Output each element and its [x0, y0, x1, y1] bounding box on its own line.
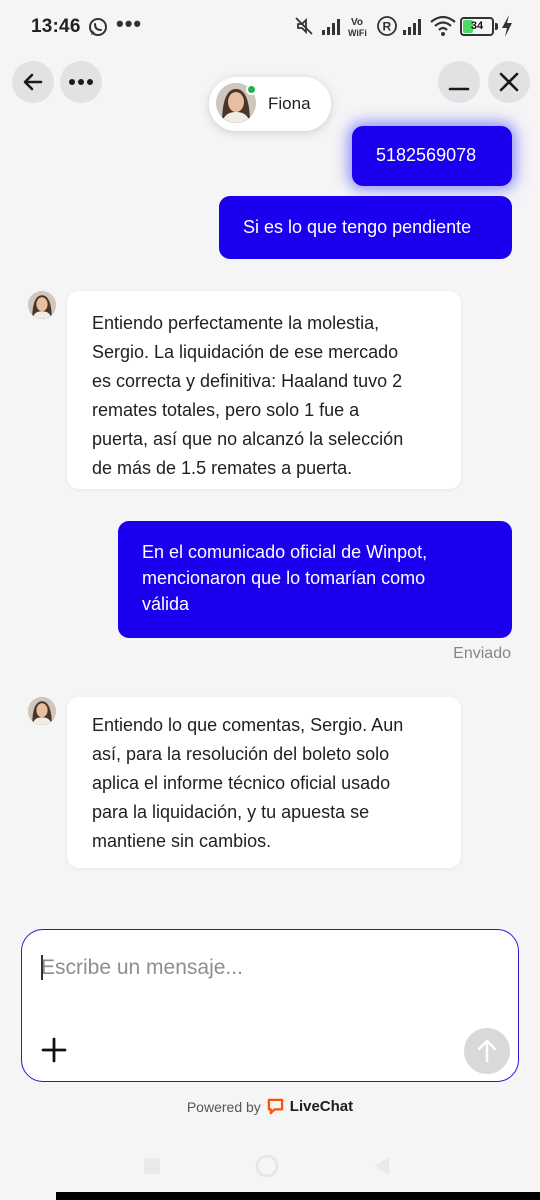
- svg-text:WiFi: WiFi: [348, 28, 367, 38]
- more-options-button[interactable]: [60, 61, 102, 103]
- message-line: remates totales, pero solo 1 fue a: [92, 400, 360, 420]
- minimize-button[interactable]: [438, 61, 480, 103]
- agent-name: Fiona: [268, 94, 311, 113]
- livechat-brand: LiveChat: [289, 1098, 354, 1115]
- whatsapp-icon: [89, 18, 107, 36]
- recents-icon[interactable]: [142, 1156, 162, 1176]
- message-line: Sergio. La liquidación de ese mercado: [92, 342, 399, 362]
- home-icon[interactable]: [255, 1154, 279, 1178]
- message-line: de más de 1.5 remates a puerta.: [92, 458, 353, 478]
- message-line: mencionaron que lo tomarían como: [142, 568, 426, 588]
- message-line: aplica el informe técnico oficial usado: [92, 773, 391, 793]
- battery-level: 34: [470, 20, 484, 32]
- agent-message-avatar: [28, 291, 56, 319]
- message-line: para la liquidación, y tu apuesta se: [92, 802, 370, 822]
- message-user[interactable]: En el comunicado oficial de Winpot, menc…: [118, 521, 512, 638]
- signal-icon-2: [403, 19, 421, 35]
- more-notifications-icon: •••: [116, 11, 143, 36]
- arrow-left-icon: [23, 73, 43, 91]
- arrow-up-icon: [477, 1039, 497, 1063]
- back-button[interactable]: [12, 61, 54, 103]
- svg-text:R: R: [383, 20, 392, 34]
- signal-icon-1: [322, 19, 340, 35]
- text-caret: [41, 955, 43, 980]
- powered-by-text: Powered by: [186, 1098, 261, 1115]
- minimize-icon: [448, 87, 470, 91]
- message-line: Entiendo perfectamente la molestia,: [92, 313, 380, 333]
- message-delivery-status: Enviado: [453, 645, 511, 662]
- add-attachment-button[interactable]: [40, 1036, 68, 1064]
- system-navigation-bar: [0, 1135, 540, 1200]
- message-user[interactable]: Si es lo que tengo pendiente: [219, 196, 512, 259]
- vowifi-icon: Vo WiFi: [348, 17, 367, 38]
- charging-icon: [502, 15, 512, 37]
- status-time: 13:46: [31, 16, 81, 37]
- message-line: es correcta y definitiva: Haaland tuvo 2: [92, 371, 403, 391]
- message-agent[interactable]: Entiendo lo que comentas, Sergio. Aun as…: [67, 697, 461, 868]
- message-composer: [21, 929, 519, 1082]
- powered-by-footer[interactable]: Powered by LiveChat: [0, 1098, 540, 1115]
- agent-message-avatar: [28, 697, 56, 725]
- registered-icon: R: [377, 16, 397, 36]
- message-line: válida: [142, 594, 190, 614]
- message-input[interactable]: [41, 952, 481, 984]
- agent-header[interactable]: Fiona: [209, 77, 331, 131]
- close-icon: [499, 72, 519, 92]
- close-button[interactable]: [488, 61, 530, 103]
- online-status-indicator: [246, 84, 257, 95]
- mute-icon: [295, 17, 313, 35]
- message-agent[interactable]: Entiendo perfectamente la molestia, Serg…: [67, 291, 461, 489]
- status-bar: 13:46 ••• Vo WiFi R 34: [0, 0, 540, 52]
- message-line: mantiene sin cambios.: [92, 831, 272, 851]
- livechat-logo-icon: [267, 1098, 284, 1115]
- battery-cap: [495, 23, 498, 30]
- message-line: En el comunicado oficial de Winpot,: [142, 542, 428, 562]
- message-text: 5182569078: [376, 145, 477, 165]
- more-horizontal-icon: [69, 79, 93, 85]
- message-line: Entiendo lo que comentas, Sergio. Aun: [92, 715, 404, 735]
- send-button[interactable]: [464, 1028, 510, 1074]
- svg-text:Vo: Vo: [351, 17, 363, 28]
- message-text: Si es lo que tengo pendiente: [243, 217, 472, 237]
- back-nav-icon[interactable]: [372, 1155, 392, 1177]
- message-line: así, para la resolución del boleto solo: [92, 744, 390, 764]
- wifi-icon: [430, 15, 456, 36]
- gesture-bar: [56, 1192, 540, 1200]
- battery-icon: 34: [460, 17, 494, 36]
- message-user[interactable]: 5182569078: [352, 126, 512, 186]
- message-line: puerta, así que no alcanzó la selección: [92, 429, 404, 449]
